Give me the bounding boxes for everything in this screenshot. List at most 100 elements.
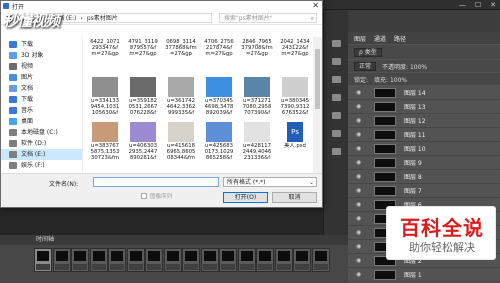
- minimize-icon[interactable]: —: [459, 1, 466, 9]
- eye-icon[interactable]: ◉: [356, 130, 366, 140]
- eye-icon[interactable]: ◉: [356, 256, 366, 266]
- frame-delay[interactable]: [221, 264, 235, 270]
- file-item[interactable]: Ps 美人.psd: [277, 122, 313, 162]
- frame-delay[interactable]: [110, 264, 124, 270]
- nav-item[interactable]: 视频: [1, 61, 82, 72]
- eye-icon[interactable]: ◉: [356, 200, 366, 210]
- nav-item[interactable]: 桌面: [1, 116, 82, 127]
- layer-row[interactable]: ◉ 图层 1: [348, 268, 500, 282]
- frame-delay[interactable]: [239, 264, 254, 270]
- maximize-icon[interactable]: ☐: [475, 1, 481, 9]
- eye-icon[interactable]: ◉: [356, 158, 366, 168]
- timeline-frame[interactable]: [34, 248, 52, 272]
- close-window-icon[interactable]: ✕: [490, 1, 496, 9]
- nav-item[interactable]: 下载: [1, 39, 82, 50]
- tool-icon[interactable]: [332, 148, 341, 155]
- frame-delay[interactable]: [73, 264, 87, 270]
- file-item[interactable]: u=370345 4698,3478 892039&f: [201, 77, 237, 117]
- frame-delay[interactable]: [258, 264, 272, 270]
- filetype-select[interactable]: 所有格式 (*.*) ⌄: [223, 177, 317, 187]
- timeline-frame[interactable]: [52, 248, 71, 272]
- tab-channels[interactable]: 通道: [374, 34, 386, 43]
- frame-delay[interactable]: [295, 264, 309, 270]
- frame-delay[interactable]: [36, 264, 50, 270]
- eye-icon[interactable]: ◉: [356, 102, 366, 112]
- frame-delay[interactable]: [54, 264, 69, 270]
- layer-row[interactable]: ◉ 图层 11: [348, 128, 500, 142]
- tool-icon[interactable]: [332, 130, 341, 137]
- tool-icon[interactable]: [332, 40, 341, 47]
- frame-delay[interactable]: [313, 264, 328, 270]
- search-icon[interactable]: ⌕: [311, 14, 314, 23]
- frame-delay[interactable]: [91, 264, 106, 270]
- file-item[interactable]: u=415618 6965,8605 08344&fm =27&gp: [163, 122, 199, 162]
- file-item[interactable]: 2042_1434 243122&f m=27&gp: [277, 39, 313, 79]
- frame-delay[interactable]: [147, 264, 161, 270]
- frame-delay[interactable]: [202, 264, 217, 270]
- eye-icon[interactable]: ◉: [356, 186, 366, 196]
- timeline-frame[interactable]: [145, 248, 163, 272]
- tool-icon[interactable]: [332, 94, 341, 101]
- timeline-frame[interactable]: [71, 248, 89, 272]
- image-sequence-checkbox[interactable]: [141, 193, 147, 199]
- eye-icon[interactable]: ◉: [356, 172, 366, 182]
- nav-item[interactable]: 下载: [1, 94, 82, 105]
- timeline-frame[interactable]: [311, 248, 330, 272]
- nav-item[interactable]: 图片: [1, 72, 82, 83]
- file-item[interactable]: u=371271 7080,2958 707390&f: [239, 77, 275, 117]
- eye-icon[interactable]: ◉: [356, 214, 366, 224]
- filename-input[interactable]: [93, 177, 219, 187]
- layer-row[interactable]: ◉ 图层 10: [348, 142, 500, 156]
- timeline-frame[interactable]: [182, 248, 200, 272]
- cancel-button[interactable]: 取消: [272, 192, 317, 203]
- file-item[interactable]: 2846_7965 379708&fm =27&gp: [239, 39, 275, 79]
- timeline-frame[interactable]: [274, 248, 293, 272]
- timeline-frame[interactable]: [89, 248, 108, 272]
- layer-row[interactable]: ◉ 图层 13: [348, 100, 500, 114]
- tool-icon[interactable]: [332, 76, 341, 83]
- file-item[interactable]: u=380345 7390,9312 676352&f: [277, 77, 313, 117]
- timeline-frame[interactable]: [237, 248, 256, 272]
- opacity-field[interactable]: 不透明度: 100%: [382, 62, 427, 71]
- image-sequence-option[interactable]: 图像序列: [141, 192, 172, 200]
- file-item[interactable]: u=425683 0173,1029 865258&f m=27&gp: [201, 122, 237, 162]
- breadcrumb-folder[interactable]: ps素材图片: [87, 14, 118, 22]
- timeline-frame[interactable]: [219, 248, 237, 272]
- tool-icon[interactable]: [332, 112, 341, 119]
- address-path[interactable]: 文档 (E:) › ps素材图片: [47, 13, 212, 23]
- close-icon[interactable]: ✕: [312, 1, 319, 11]
- layer-row[interactable]: ◉ 图层 8: [348, 170, 500, 184]
- scrollbar-thumb[interactable]: [315, 49, 320, 109]
- search-input[interactable]: 搜索"ps素材图片" ⌕: [219, 13, 317, 23]
- tab-paths[interactable]: 路径: [394, 34, 406, 43]
- file-item[interactable]: 6422_1071 293347&f m=27&gp: [87, 39, 123, 79]
- file-item[interactable]: 4706_2756 217874&f m=27&gp: [201, 39, 237, 79]
- layer-row[interactable]: ◉ 图层 9: [348, 156, 500, 170]
- tool-icon[interactable]: [332, 58, 341, 65]
- layer-row[interactable]: ◉ 图层 14: [348, 86, 500, 100]
- file-item[interactable]: u=334133 9454,1031 105630&f: [87, 77, 123, 117]
- timeline-frame[interactable]: [108, 248, 126, 272]
- layer-filter-select[interactable]: ρ 类型: [354, 47, 382, 57]
- file-item[interactable]: u=359182 0531,2667 076228&f: [125, 77, 161, 117]
- frame-delay[interactable]: [165, 264, 180, 270]
- timeline-frame[interactable]: [293, 248, 311, 272]
- nav-item[interactable]: 3D 对象: [1, 50, 82, 61]
- file-item[interactable]: 4791_3119 879557&f m=27&gp: [125, 39, 161, 79]
- open-button[interactable]: 打开(O): [223, 192, 268, 203]
- nav-item[interactable]: 音乐: [1, 105, 82, 116]
- file-item[interactable]: u=428117 2449,4046 231336&f m=27&gp: [239, 122, 275, 162]
- eye-icon[interactable]: ◉: [356, 270, 366, 280]
- eye-icon[interactable]: ◉: [356, 242, 366, 252]
- file-item[interactable]: u=383767 5875,1353 30723&fm =27&gp: [87, 122, 123, 162]
- nav-item[interactable]: 娱乐 (F:): [1, 160, 82, 171]
- tab-layers[interactable]: 图层: [354, 34, 366, 43]
- fill-field[interactable]: 填充: 100%: [374, 75, 407, 84]
- eye-icon[interactable]: ◉: [356, 116, 366, 126]
- file-item[interactable]: u=361742 4642,3362 999335&f: [163, 77, 199, 117]
- nav-item[interactable]: 软件 (D:): [1, 138, 82, 149]
- eye-icon[interactable]: ◉: [356, 88, 366, 98]
- scrollbar[interactable]: [313, 37, 322, 173]
- file-item[interactable]: u=406303 2935,2447 890281&f: [125, 122, 161, 162]
- nav-item[interactable]: 本地磁盘 (C:): [1, 127, 82, 138]
